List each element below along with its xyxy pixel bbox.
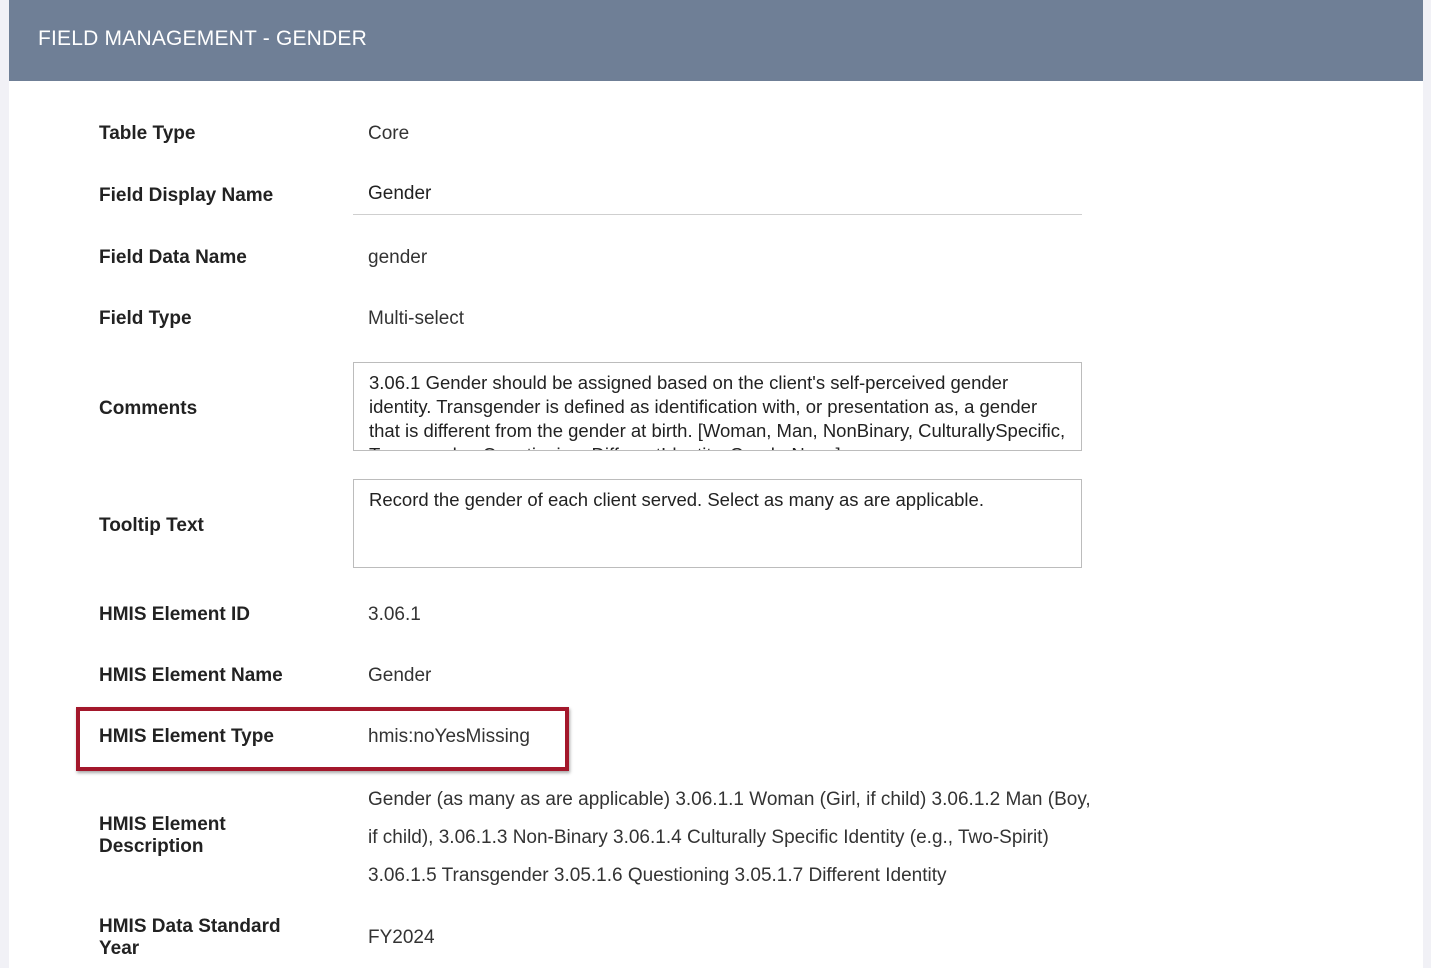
comments-textarea[interactable]: 3.06.1 Gender should be assigned based o… — [353, 362, 1082, 451]
field-data-name-value: gender — [368, 247, 428, 268]
field-type-label: Field Type — [99, 308, 192, 329]
field-type-value: Multi-select — [368, 308, 465, 329]
hmis-element-name-value: Gender — [368, 665, 432, 686]
table-type-label: Table Type — [99, 123, 196, 144]
panel-header: FIELD MANAGEMENT - GENDER — [9, 0, 1423, 81]
hmis-element-name-label: HMIS Element Name — [99, 665, 283, 686]
hmis-data-standard-year-label: HMIS Data Standard Year — [99, 916, 281, 959]
hmis-data-standard-year-value: FY2024 — [368, 927, 435, 948]
field-management-panel: FIELD MANAGEMENT - GENDER Table Type Cor… — [9, 0, 1423, 968]
hmis-element-description-value: Gender (as many as are applicable) 3.06.… — [368, 789, 1091, 886]
tooltip-text-label: Tooltip Text — [99, 515, 204, 536]
table-type-value: Core — [368, 123, 410, 144]
comments-label: Comments — [99, 398, 198, 419]
hmis-element-id-value: 3.06.1 — [368, 604, 421, 625]
field-display-name-value: Gender — [368, 183, 432, 204]
highlight-box — [76, 707, 569, 771]
field-display-name-label: Field Display Name — [99, 185, 274, 206]
page-title: FIELD MANAGEMENT - GENDER — [38, 27, 367, 50]
tooltip-text-textarea[interactable]: Record the gender of each client served.… — [353, 479, 1082, 568]
hmis-element-description-label: HMIS Element Description — [99, 814, 226, 857]
hmis-element-id-label: HMIS Element ID — [99, 604, 250, 625]
field-display-name-input[interactable]: Gender — [353, 178, 1082, 215]
field-data-name-label: Field Data Name — [99, 247, 247, 268]
